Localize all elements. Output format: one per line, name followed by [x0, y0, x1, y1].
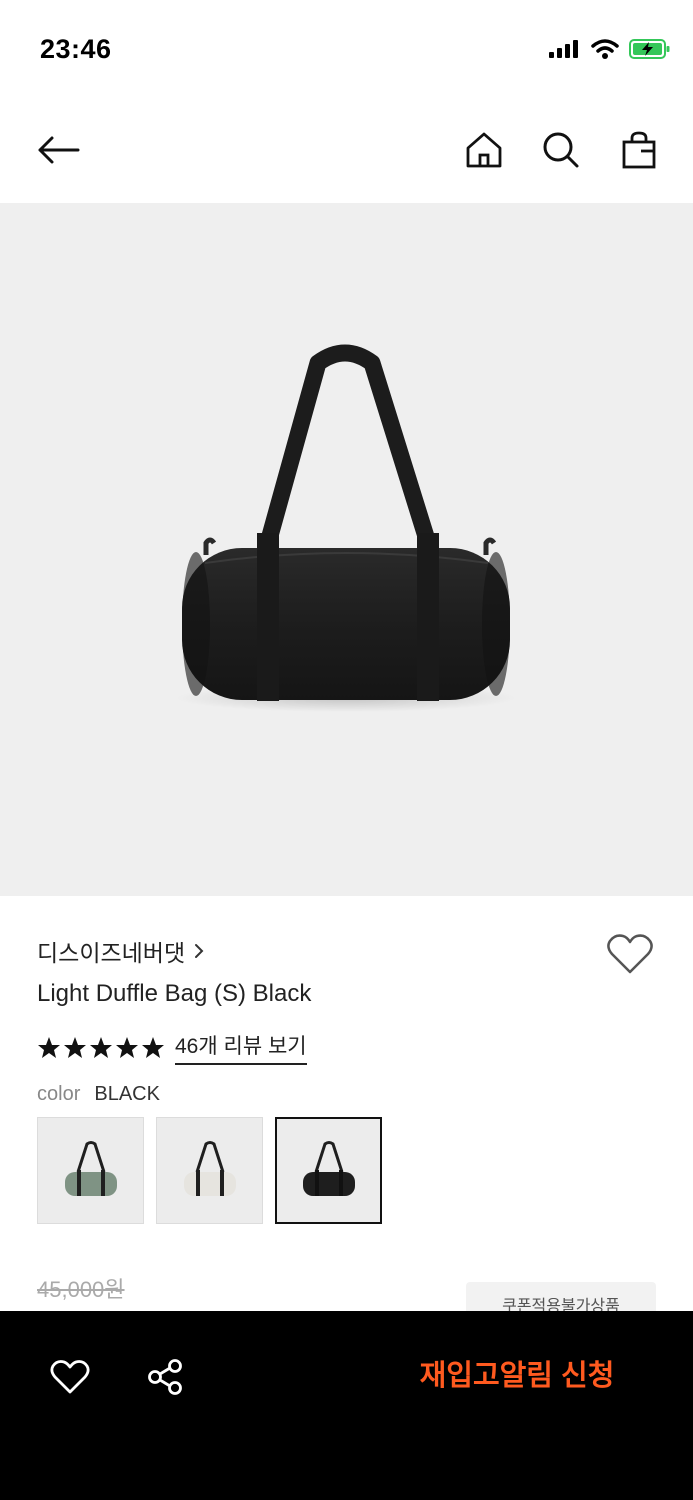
- heart-icon: [50, 1360, 90, 1394]
- share-icon: [148, 1359, 182, 1395]
- bag-thumbnail: [302, 1140, 355, 1196]
- swatch-white[interactable]: [156, 1117, 263, 1224]
- back-arrow-icon: [38, 136, 80, 164]
- home-button[interactable]: [460, 126, 508, 174]
- status-icons: [549, 38, 671, 60]
- nav-bar: [0, 100, 693, 203]
- wishlist-button[interactable]: [606, 932, 654, 976]
- wifi-icon: [591, 39, 619, 59]
- duffle-bag-image: [176, 344, 516, 712]
- review-link[interactable]: 46개 리뷰 보기: [175, 1030, 307, 1065]
- product-name: Light Duffle Bag (S) Black: [37, 980, 312, 1007]
- status-time: 23:46: [40, 34, 112, 64]
- bottom-wishlist-button[interactable]: [48, 1355, 92, 1399]
- brand-name: 디스이즈네버댓: [37, 940, 186, 966]
- swatch-sage[interactable]: [37, 1117, 144, 1224]
- battery-charging-icon: [629, 39, 670, 59]
- bag-thumbnail: [64, 1140, 117, 1196]
- swatch-black[interactable]: [275, 1117, 382, 1224]
- home-icon: [466, 132, 502, 168]
- bag-thumbnail: [183, 1140, 236, 1196]
- star-icon: [142, 1036, 164, 1058]
- color-label: color: [37, 1083, 81, 1105]
- star-icon: [116, 1036, 138, 1058]
- color-swatches: [37, 1117, 382, 1224]
- color-row: color BLACK: [37, 1083, 160, 1106]
- original-price: 45,000원: [37, 1277, 125, 1302]
- chevron-right-icon: [195, 944, 204, 958]
- heart-icon: [607, 934, 653, 974]
- rating-stars: [37, 1036, 165, 1060]
- star-icon: [38, 1036, 60, 1058]
- status-bar: 23:46: [0, 0, 693, 100]
- star-icon: [64, 1036, 86, 1058]
- search-icon: [543, 132, 579, 168]
- color-value: BLACK: [94, 1083, 160, 1105]
- shopping-bag-icon: [622, 131, 656, 169]
- product-image[interactable]: [0, 203, 693, 896]
- signal-icon: [549, 40, 578, 58]
- bottom-action-bar: 재입고알림 신청: [0, 1311, 693, 1500]
- brand-link[interactable]: 디스이즈네버댓: [37, 934, 205, 968]
- cart-button[interactable]: [615, 126, 663, 174]
- star-icon: [90, 1036, 112, 1058]
- rating-row: 46개 리뷰 보기: [37, 1030, 307, 1065]
- back-button[interactable]: [34, 126, 82, 174]
- restock-alert-button[interactable]: 재입고알림 신청: [392, 1351, 642, 1401]
- search-button[interactable]: [537, 126, 585, 174]
- share-button[interactable]: [143, 1355, 187, 1399]
